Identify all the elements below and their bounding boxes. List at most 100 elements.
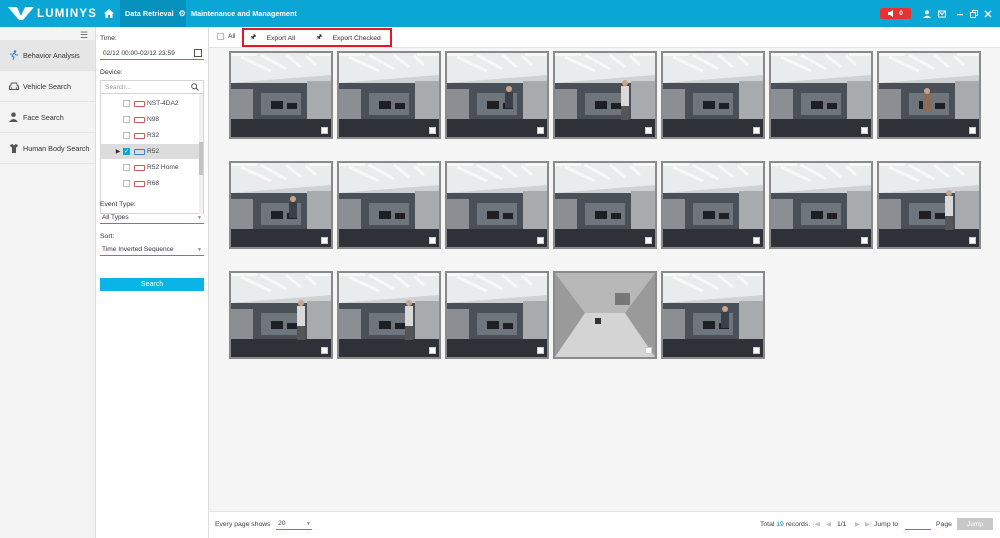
snapshot-thumbnail[interactable] [445, 161, 549, 249]
snapshot-thumbnail[interactable] [229, 271, 333, 359]
calendar-icon[interactable] [194, 49, 202, 57]
expand-arrow-icon[interactable]: ▶ [113, 148, 123, 155]
export-icon: 🖈 [250, 34, 257, 41]
chevron-down-icon: ▼ [306, 521, 311, 527]
logo-mark-icon [8, 6, 34, 21]
device-search-placeholder: Search... [105, 83, 132, 91]
snapshot-checkbox[interactable] [429, 127, 436, 134]
snapshot-checkbox[interactable] [753, 127, 760, 134]
snapshot-thumbnail[interactable] [229, 161, 333, 249]
tab-data-retrieval[interactable]: Data Retrieval ⚙ [120, 0, 186, 27]
search-icon [191, 83, 199, 91]
snapshot-thumbnail[interactable] [769, 161, 873, 249]
search-button[interactable]: Search [100, 278, 204, 291]
event-type-value: All Types [102, 213, 129, 221]
nav-item-human-body-search[interactable]: Human Body Search [0, 133, 95, 164]
event-type-label: Event Type: [100, 201, 136, 208]
export-button-group: 🖈 Export All 🖈 Export Checked [242, 28, 392, 47]
snapshot-checkbox[interactable] [645, 237, 652, 244]
snapshot-thumbnail[interactable] [337, 51, 441, 139]
device-checkbox[interactable] [123, 132, 130, 139]
prev-page-icon[interactable]: ◀ [826, 520, 831, 528]
snapshot-checkbox[interactable] [429, 237, 436, 244]
snapshot-checkbox[interactable] [537, 237, 544, 244]
snapshot-checkbox[interactable] [645, 127, 652, 134]
snapshot-thumbnail[interactable] [769, 51, 873, 139]
last-page-icon[interactable]: ▶| [865, 520, 872, 528]
snapshot-thumbnail[interactable] [553, 271, 657, 359]
device-label: NST-4DA2 [147, 100, 179, 107]
snapshot-checkbox[interactable] [969, 237, 976, 244]
time-range-field[interactable]: 02/12 00:00-02/12 23:59 [100, 47, 204, 60]
tab-maintenance-management[interactable]: Maintenance and Management [191, 0, 297, 27]
snapshot-thumbnail[interactable] [229, 51, 333, 139]
snapshot-thumbnail[interactable] [661, 51, 765, 139]
snapshot-checkbox[interactable] [861, 127, 868, 134]
jump-page-input[interactable] [905, 518, 931, 530]
per-page-select[interactable]: 20 ▼ [276, 518, 312, 530]
close-icon[interactable] [982, 8, 993, 19]
device-label: N98 [147, 116, 160, 123]
snapshot-checkbox[interactable] [537, 347, 544, 354]
event-type-select[interactable]: All Types ▼ [100, 211, 204, 224]
nav-item-vehicle-search[interactable]: Vehicle Search [0, 71, 95, 102]
nav-item-label: Human Body Search [23, 143, 90, 153]
snapshot-checkbox[interactable] [969, 127, 976, 134]
minimize-icon[interactable] [954, 8, 965, 19]
device-checkbox[interactable] [123, 164, 130, 171]
next-page-icon[interactable]: ▶ [855, 520, 860, 528]
device-checkbox[interactable] [123, 100, 130, 107]
snapshot-checkbox[interactable] [321, 127, 328, 134]
first-page-icon[interactable]: |◀ [813, 520, 820, 528]
user-icon[interactable] [921, 8, 932, 19]
device-row-r52[interactable]: ▶ ✓ R52 [101, 144, 199, 159]
nav-item-face-search[interactable]: Face Search [0, 102, 95, 133]
gear-icon[interactable]: ⚙ [179, 9, 186, 18]
export-all-button[interactable]: 🖈 Export All [250, 33, 295, 44]
snapshot-thumbnail[interactable] [337, 161, 441, 249]
device-row-r68[interactable]: R68 [101, 176, 199, 191]
snapshot-checkbox[interactable] [753, 237, 760, 244]
nav-item-behavior-analysis[interactable]: Behavior Analysis [0, 40, 95, 71]
sort-select[interactable]: Time Inverted Sequence ▼ [100, 243, 204, 256]
device-checkbox[interactable]: ✓ [123, 148, 130, 155]
time-label: Time: [100, 35, 117, 42]
snapshot-checkbox[interactable] [429, 347, 436, 354]
device-search-input[interactable]: Search... [101, 81, 203, 94]
device-label: R52 [147, 148, 160, 155]
snapshot-thumbnail[interactable] [877, 161, 981, 249]
nav-item-label: Behavior Analysis [23, 50, 80, 60]
device-row-r52-home[interactable]: R52 Home [101, 160, 199, 175]
snapshot-checkbox[interactable] [645, 347, 652, 354]
device-row-r32[interactable]: R32 [101, 128, 199, 143]
snapshot-thumbnail[interactable] [661, 161, 765, 249]
home-icon [104, 9, 114, 18]
alarm-badge[interactable]: 0 [880, 8, 911, 19]
snapshot-checkbox[interactable] [861, 237, 868, 244]
car-icon [8, 81, 19, 92]
snapshot-thumbnail[interactable] [445, 271, 549, 359]
snapshot-checkbox[interactable] [321, 347, 328, 354]
snapshot-thumbnail[interactable] [553, 161, 657, 249]
snapshot-checkbox[interactable] [753, 347, 760, 354]
device-checkbox[interactable] [123, 180, 130, 187]
device-label: R32 [147, 132, 160, 139]
snapshot-thumbnail[interactable] [877, 51, 981, 139]
device-checkbox[interactable] [123, 116, 130, 123]
message-icon[interactable] [936, 8, 947, 19]
select-all-checkbox[interactable]: All [217, 33, 236, 40]
snapshot-thumbnail[interactable] [553, 51, 657, 139]
snapshot-thumbnail[interactable] [661, 271, 765, 359]
export-checked-button[interactable]: 🖈 Export Checked [316, 33, 381, 44]
restore-icon[interactable] [968, 8, 979, 19]
device-row-nst-4da2[interactable]: NST-4DA2 [101, 96, 199, 111]
device-row-n98[interactable]: N98 [101, 112, 199, 127]
home-button[interactable] [99, 0, 119, 27]
results-toolbar: All 🖈 Export All 🖈 Export Checked [209, 27, 1000, 48]
jump-button[interactable]: Jump [957, 518, 993, 530]
device-list-scrollbar[interactable] [199, 94, 203, 214]
snapshot-thumbnail[interactable] [337, 271, 441, 359]
snapshot-checkbox[interactable] [321, 237, 328, 244]
snapshot-thumbnail[interactable] [445, 51, 549, 139]
snapshot-checkbox[interactable] [537, 127, 544, 134]
